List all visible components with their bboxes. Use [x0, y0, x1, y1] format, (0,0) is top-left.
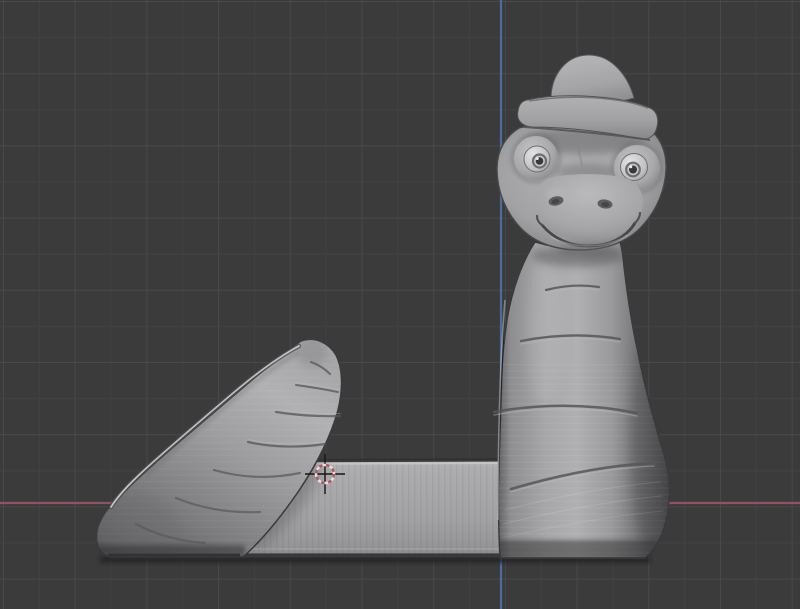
chin-shadow: [557, 244, 619, 258]
3d-viewport[interactable]: [0, 0, 800, 609]
left-eye: [511, 133, 561, 183]
